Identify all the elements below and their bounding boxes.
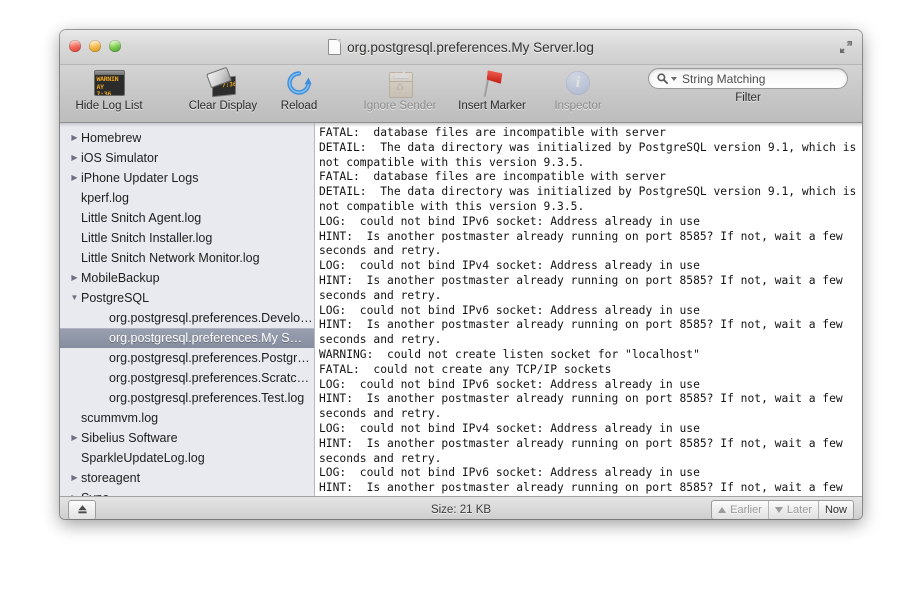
sidebar-item[interactable]: org.postgresql.preferences.Postgre…: [60, 348, 314, 368]
toolbar-insert-marker[interactable]: Insert Marker: [446, 65, 538, 112]
main-body: ▶ Homebrew ▶ iOS Simulator ▶ iPhone Updater L…: [60, 123, 862, 496]
content-scroll-indicator[interactable]: [315, 123, 862, 127]
sidebar-item-label: kperf.log: [81, 191, 129, 205]
screen: org.postgresql.preferences.My Server.log…: [0, 0, 922, 599]
console-window: org.postgresql.preferences.My Server.log…: [60, 30, 862, 519]
sidebar-item-label: storeagent: [81, 471, 141, 485]
toolbar-reload-label: Reload: [280, 100, 318, 112]
toolbar-hide-log-list-label: Hide Log List: [75, 100, 143, 112]
search-input-value: String Matching: [682, 71, 766, 86]
sidebar-item[interactable]: ▼ PostgreSQL: [60, 288, 314, 308]
search-icon: [657, 73, 668, 84]
chevron-right-icon[interactable]: ▶: [68, 274, 81, 282]
sidebar-item-label: PostgreSQL: [81, 291, 150, 305]
toolbar: WARNIN AY 7:36 Hide Log List 7:36 Clear D…: [60, 65, 862, 123]
sidebar-item[interactable]: kperf.log: [60, 188, 314, 208]
sidebar-item-label: org.postgresql.preferences.Test.log: [109, 391, 305, 405]
sidebar-item-label: org.postgresql.preferences.Develo…: [109, 311, 313, 325]
clear-display-icon: 7:36: [206, 66, 238, 98]
search-input[interactable]: String Matching: [648, 68, 848, 89]
log-list-sidebar[interactable]: ▶ Homebrew ▶ iOS Simulator ▶ iPhone Updater L…: [60, 123, 315, 496]
window-title: org.postgresql.preferences.My Server.log: [328, 39, 594, 55]
sidebar-item-label: Sibelius Software: [81, 431, 178, 445]
console-icon: WARNIN AY 7:36: [93, 68, 125, 98]
fullscreen-icon[interactable]: [838, 39, 854, 55]
later-label: Later: [786, 503, 812, 516]
sidebar-item[interactable]: ▶ iPhone Updater Logs: [60, 168, 314, 188]
minimize-button[interactable]: [89, 40, 101, 52]
sidebar-item-label: Little Snitch Installer.log: [81, 231, 213, 245]
sidebar-scroll-indicator[interactable]: [60, 123, 314, 127]
close-button[interactable]: [69, 40, 81, 52]
sidebar-item-label: scummvm.log: [81, 411, 159, 425]
sidebar-item[interactable]: Little Snitch Agent.log: [60, 208, 314, 228]
sidebar-item[interactable]: ▶ iOS Simulator: [60, 148, 314, 168]
sidebar-item[interactable]: org.postgresql.preferences.Scratch.log: [60, 368, 314, 388]
sidebar-item[interactable]: org.postgresql.preferences.Develo…: [60, 308, 314, 328]
now-button[interactable]: Now: [819, 501, 853, 519]
sidebar-item-label: iPhone Updater Logs: [81, 171, 199, 185]
toolbar-clear-display-label: Clear Display: [188, 100, 258, 112]
chevron-down-icon[interactable]: ▼: [68, 294, 81, 302]
earlier-button[interactable]: Earlier: [712, 500, 769, 519]
info-icon: i: [566, 68, 590, 98]
sidebar-item-label: SparkleUpdateLog.log: [81, 451, 205, 465]
sidebar-list: ▶ Homebrew ▶ iOS Simulator ▶ iPhone Updater L…: [60, 123, 314, 496]
red-flag-icon: [479, 68, 505, 98]
earlier-label: Earlier: [730, 503, 762, 516]
triangle-up-icon: [718, 506, 727, 513]
sidebar-item-label: iOS Simulator: [81, 151, 159, 165]
time-navigation-segmented-control: Earlier Later Now: [711, 499, 854, 519]
console-icon-line2: AY 7:36: [96, 82, 112, 96]
sidebar-item[interactable]: ▶ Sibelius Software: [60, 428, 314, 448]
title-bar: org.postgresql.preferences.My Server.log: [60, 30, 862, 65]
chevron-right-icon[interactable]: ▶: [68, 474, 81, 482]
window-title-text: org.postgresql.preferences.My Server.log: [347, 39, 594, 55]
sidebar-item[interactable]: SparkleUpdateLog.log: [60, 448, 314, 468]
toolbar-inspector[interactable]: i Inspector: [538, 65, 618, 112]
log-text: FATAL: database files are incompatible w…: [319, 126, 857, 496]
log-content-pane[interactable]: FATAL: database files are incompatible w…: [315, 123, 862, 496]
sidebar-item-label: org.postgresql.preferences.Scratch.log: [109, 371, 314, 385]
toolbar-hide-log-list[interactable]: WARNIN AY 7:36 Hide Log List: [66, 65, 152, 112]
chevron-right-icon[interactable]: ▶: [68, 434, 81, 442]
sidebar-item[interactable]: org.postgresql.preferences.Test.log: [60, 388, 314, 408]
chevron-down-icon[interactable]: [671, 76, 677, 81]
sidebar-item[interactable]: ▶ Homebrew: [60, 128, 314, 148]
sidebar-item[interactable]: ▶ storeagent: [60, 468, 314, 488]
toolbar-ignore-sender[interactable]: ♺ Ignore Sender: [354, 65, 446, 112]
chevron-right-icon[interactable]: ▶: [68, 154, 81, 162]
sidebar-item-label: Little Snitch Network Monitor.log: [81, 251, 260, 265]
sidebar-item[interactable]: Little Snitch Installer.log: [60, 228, 314, 248]
filter-label: Filter: [735, 92, 761, 104]
triangle-down-icon: [774, 506, 783, 513]
sidebar-item[interactable]: org.postgresql.preferences.My S…: [60, 328, 314, 348]
toolbar-clear-display[interactable]: 7:36 Clear Display: [180, 65, 266, 112]
sidebar-item[interactable]: ▶Sync: [60, 488, 314, 496]
sidebar-item-label: org.postgresql.preferences.My S…: [109, 331, 303, 345]
sidebar-item-label: Little Snitch Agent.log: [81, 211, 202, 225]
chevron-right-icon[interactable]: ▶: [68, 174, 81, 182]
filter-zone: String Matching Filter: [642, 68, 854, 104]
sidebar-item-label: Homebrew: [81, 131, 142, 145]
sidebar-item[interactable]: Little Snitch Network Monitor.log: [60, 248, 314, 268]
status-bar: Size: 21 KB Earlier Later Now: [60, 496, 862, 519]
toolbar-reload[interactable]: Reload: [266, 65, 332, 112]
sidebar-item-label: MobileBackup: [81, 271, 160, 285]
document-icon: [328, 39, 342, 55]
sidebar-item[interactable]: ▶ MobileBackup: [60, 268, 314, 288]
later-button[interactable]: Later: [769, 500, 819, 519]
paper-bag-icon: ♺: [388, 68, 413, 98]
chevron-right-icon[interactable]: ▶: [68, 134, 81, 142]
toolbar-insert-marker-label: Insert Marker: [458, 100, 526, 112]
reload-icon: [286, 68, 312, 98]
now-label: Now: [824, 503, 847, 516]
window-controls: [69, 40, 121, 52]
sidebar-item[interactable]: scummvm.log: [60, 408, 314, 428]
zoom-button[interactable]: [109, 40, 121, 52]
toolbar-ignore-sender-label: Ignore Sender: [363, 100, 437, 112]
toolbar-inspector-label: Inspector: [554, 100, 602, 112]
sidebar-item-label: org.postgresql.preferences.Postgre…: [109, 351, 314, 365]
